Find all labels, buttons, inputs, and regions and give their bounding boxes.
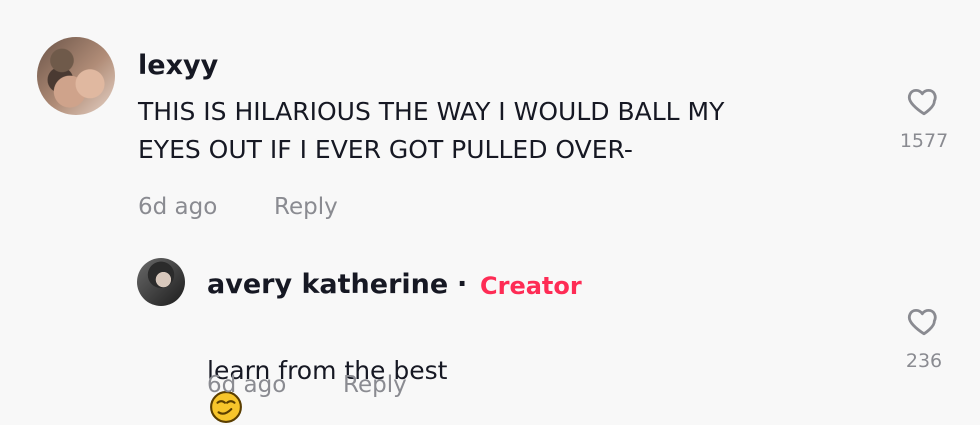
heart-icon[interactable]: [906, 84, 942, 118]
reply-button[interactable]: Reply: [343, 371, 407, 399]
creator-separator: ·: [457, 269, 468, 300]
avatar[interactable]: [37, 37, 115, 115]
avatar[interactable]: [137, 258, 185, 306]
reply-username[interactable]: avery katherine: [207, 268, 448, 302]
like-button[interactable]: 1577: [892, 84, 956, 152]
comments-panel: lexyy THIS IS HILARIOUS THE WAY I WOULD …: [0, 0, 980, 425]
creator-badge: Creator: [480, 272, 582, 300]
comment-username[interactable]: lexyy: [138, 49, 218, 83]
like-count: 1577: [899, 130, 949, 152]
reply-button[interactable]: Reply: [274, 193, 338, 221]
reply-text: learn from the best: [207, 314, 527, 425]
comment-text: THIS IS HILARIOUS THE WAY I WOULD BALL M…: [138, 97, 725, 164]
reply-timestamp: 6d ago: [207, 372, 287, 398]
like-button[interactable]: 236: [892, 304, 956, 372]
like-count: 236: [905, 350, 943, 372]
comment-timestamp: 6d ago: [138, 194, 218, 220]
heart-icon[interactable]: [906, 304, 942, 338]
